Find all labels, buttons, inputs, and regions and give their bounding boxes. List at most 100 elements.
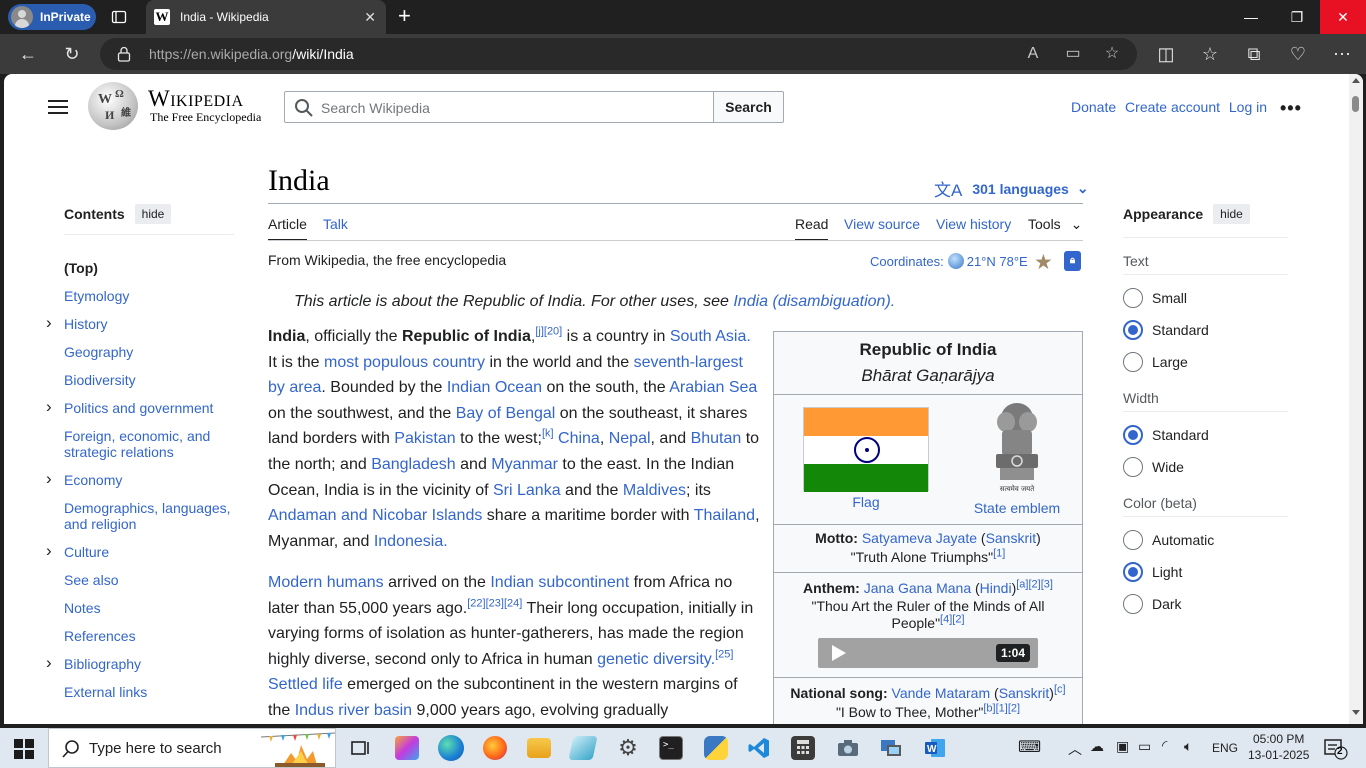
edge-browser-icon[interactable] [438, 735, 464, 761]
minimize-icon[interactable]: — [1228, 0, 1274, 34]
create-account-link[interactable]: Create account [1125, 99, 1220, 115]
appearance-radio[interactable]: Automatic [1123, 530, 1214, 550]
globe-icon[interactable] [947, 253, 964, 269]
song-ref[interactable]: [c] [1054, 683, 1066, 695]
radio-button-icon[interactable] [1123, 530, 1143, 550]
refresh-icon[interactable]: ↻ [60, 42, 84, 66]
contents-item[interactable]: › Culture [46, 542, 109, 560]
close-tab-icon[interactable]: ✕ [364, 9, 376, 26]
contents-item-label[interactable]: Economy [64, 472, 122, 488]
article-link[interactable]: South Asia. [670, 328, 751, 345]
radio-button-icon[interactable] [1123, 352, 1143, 372]
appearance-radio[interactable]: Large [1123, 352, 1188, 372]
restore-icon[interactable]: ❐ [1274, 0, 1320, 34]
notification-center-icon[interactable]: 2 [1324, 738, 1348, 760]
contents-item-label[interactable]: Biodiversity [64, 372, 136, 388]
search-button[interactable]: Search [713, 91, 784, 123]
article-link[interactable]: Myanmar [491, 456, 558, 473]
contents-item-label[interactable]: Culture [64, 544, 109, 560]
article-link[interactable]: Modern humans [268, 574, 384, 591]
anthem-translation-refs[interactable]: [4][2] [940, 613, 964, 625]
song-link[interactable]: Vande Mataram [892, 685, 991, 701]
contents-item[interactable]: › Politics and government [46, 398, 213, 416]
volume-icon[interactable]: 🔈︎ [1184, 738, 1192, 755]
coordinates-value[interactable]: 21°N 78°E [967, 254, 1028, 269]
user-menu-icon[interactable]: ••• [1280, 98, 1302, 119]
article-link[interactable]: Thailand [694, 507, 755, 524]
contents-item-label[interactable]: Politics and government [64, 400, 213, 416]
contents-item-label[interactable]: Notes [64, 600, 101, 616]
settings-more-icon[interactable]: ⋯ [1330, 42, 1354, 66]
task-view-icon[interactable] [349, 736, 373, 760]
contents-item[interactable]: External links [64, 684, 147, 700]
favorites-icon[interactable]: ☆ [1198, 42, 1222, 66]
appearance-radio[interactable]: Standard [1123, 425, 1209, 445]
motto-link[interactable]: Satyameva Jayate [862, 530, 977, 546]
citation-link[interactable]: [k] [542, 428, 554, 440]
firefox-icon[interactable] [483, 736, 507, 760]
article-link[interactable]: Pakistan [394, 430, 455, 447]
article-link[interactable]: China [558, 430, 600, 447]
contents-item[interactable]: Etymology [64, 288, 129, 304]
tab-talk[interactable]: Talk [323, 216, 348, 232]
contents-item[interactable]: References [64, 628, 136, 644]
disambiguation-link[interactable]: India (disambiguation). [733, 293, 895, 310]
radio-button-icon[interactable] [1123, 594, 1143, 614]
word-icon[interactable]: W [923, 736, 947, 760]
taskbar-clock[interactable]: 05:00 PM 13-01-2025 [1248, 731, 1309, 763]
article-link[interactable]: Bay of Bengal [456, 405, 556, 422]
page-scrollbar[interactable] [1349, 74, 1363, 724]
contents-item[interactable]: Biodiversity [64, 372, 136, 388]
audio-player[interactable]: 1:04 [818, 638, 1038, 668]
new-tab-icon[interactable]: + [398, 5, 411, 27]
tab-article[interactable]: Article [268, 216, 307, 241]
browser-essentials-icon[interactable]: ♡ [1286, 42, 1310, 66]
contents-item[interactable]: See also [64, 572, 118, 588]
citation-link[interactable]: [j][20] [535, 326, 562, 338]
contents-item-label[interactable]: Geography [64, 344, 133, 360]
remote-desktop-icon[interactable] [879, 736, 903, 760]
radio-button-icon[interactable] [1123, 457, 1143, 477]
file-explorer-icon[interactable] [527, 738, 551, 758]
appearance-radio[interactable]: Small [1123, 288, 1187, 308]
donate-link[interactable]: Donate [1071, 99, 1116, 115]
tab-view-source[interactable]: View source [844, 216, 920, 232]
song-translation-refs[interactable]: [b][1][2] [983, 702, 1020, 714]
song-language-link[interactable]: Sanskrit [999, 685, 1050, 701]
citation-link[interactable]: [25] [715, 648, 733, 660]
contents-item[interactable]: Notes [64, 600, 101, 616]
article-link[interactable]: Indian subcontinent [490, 574, 629, 591]
anthem-language-link[interactable]: Hindi [980, 580, 1012, 596]
article-link[interactable]: Indian Ocean [447, 379, 542, 396]
motto-language-link[interactable]: Sanskrit [986, 530, 1037, 546]
tab-actions-icon[interactable] [111, 9, 127, 25]
language-selector-button[interactable]: 文A 301 languages ⌄ [934, 176, 1089, 201]
protection-lock-icon[interactable]: 🔒︎ [1064, 251, 1081, 271]
immersive-reader-icon[interactable]: ▭ [1064, 45, 1082, 63]
inprivate-badge[interactable]: InPrivate [8, 4, 96, 30]
webcam-icon[interactable]: ▣ [1116, 738, 1129, 755]
article-link[interactable]: Settled life [268, 676, 343, 693]
keyboard-icon[interactable]: ⌨ [1018, 737, 1041, 757]
main-menu-icon[interactable] [48, 100, 68, 114]
contents-item[interactable]: › Economy [46, 470, 122, 488]
terminal-icon[interactable]: >_ [659, 736, 683, 760]
collections-icon[interactable]: ⧉ [1242, 42, 1266, 66]
featured-article-star-icon[interactable]: ★ [1034, 250, 1053, 275]
appearance-radio[interactable]: Standard [1123, 320, 1209, 340]
appearance-radio[interactable]: Dark [1123, 594, 1182, 614]
back-icon[interactable]: ← [16, 42, 40, 66]
article-link[interactable]: Bangladesh [371, 456, 456, 473]
citation-link[interactable]: [22][23][24] [467, 597, 522, 609]
windows-start-icon[interactable] [14, 739, 34, 759]
onedrive-icon[interactable]: ☁ [1090, 738, 1104, 755]
expand-chevron-icon[interactable]: › [46, 314, 52, 331]
read-aloud-icon[interactable]: A [1024, 45, 1042, 63]
article-link[interactable]: Arabian Sea [669, 379, 757, 396]
contents-item-label[interactable]: References [64, 628, 136, 644]
input-language[interactable]: ENG [1212, 741, 1238, 755]
appearance-radio[interactable]: Wide [1123, 457, 1184, 477]
expand-chevron-icon[interactable]: › [46, 654, 52, 671]
flag-link[interactable]: Flag [803, 494, 929, 510]
anthem-link[interactable]: Jana Gana Mana [864, 580, 971, 596]
